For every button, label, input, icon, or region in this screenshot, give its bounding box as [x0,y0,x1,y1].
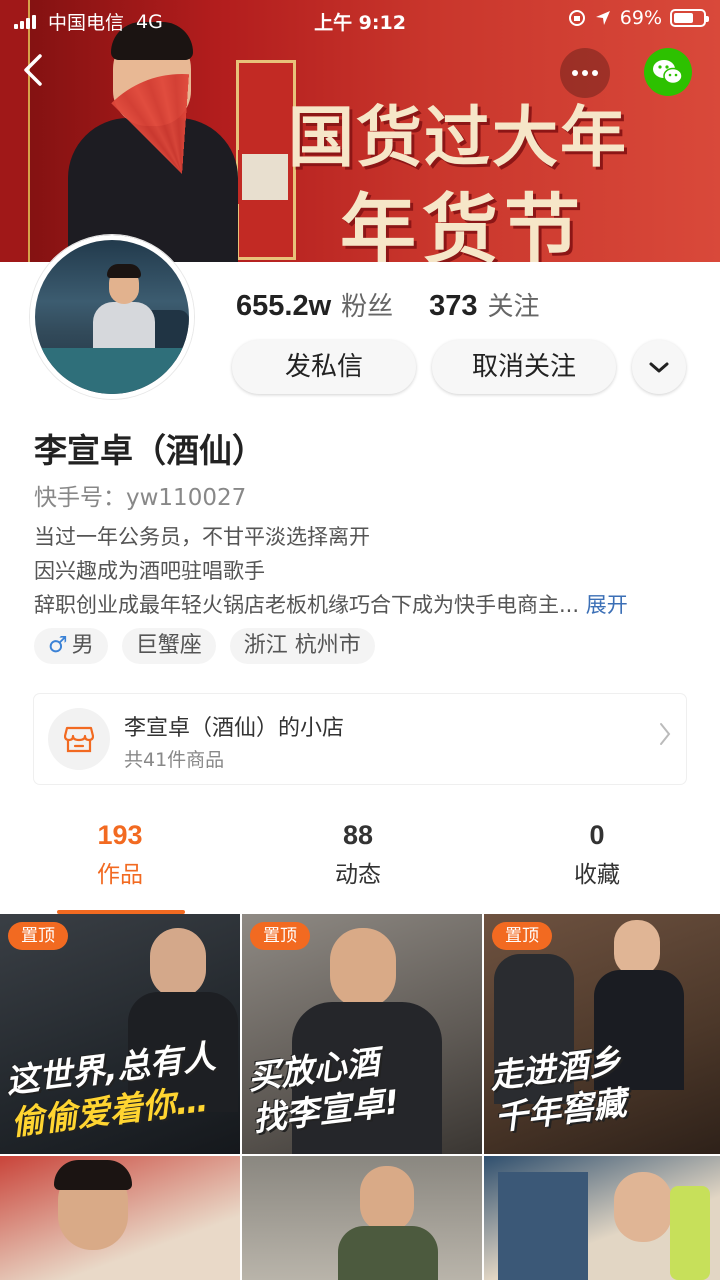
shop-icon [48,708,110,770]
following-count[interactable]: 373 [429,290,477,323]
bio-line: 辞职创业成最年轻火锅店老板机缘巧合下成为快手电商主... [34,593,580,617]
shop-entry-card[interactable]: 李宣卓（酒仙）的小店 共41件商品 [34,694,686,784]
tab-count: 0 [589,820,605,850]
tab-works[interactable]: 193 作品 [0,820,240,889]
profile-stats: 655.2w 粉丝 373 关注 [236,286,576,323]
back-button[interactable] [22,52,62,96]
chevron-left-icon [24,54,42,86]
location-tag: 浙江 杭州市 [229,628,375,664]
profile-name: 李宣卓（酒仙） [34,431,265,470]
profile-bio[interactable]: 当过一年公务员，不甘平淡选择离开 因兴趣成为酒吧驻唱歌手 辞职创业成最年轻火锅店… [34,520,694,622]
wechat-icon [653,60,683,85]
video-thumbnail[interactable] [0,1156,240,1280]
chevron-right-icon [658,720,672,755]
banner-pillar-decoration [0,0,30,262]
tab-count: 88 [342,820,374,850]
tab-favorites[interactable]: 0 收藏 [477,820,717,889]
gender-label: 男 [71,633,94,658]
banner-title-line2: 年货节 [340,185,586,262]
chevron-down-icon [649,362,669,373]
pinned-badge: 置顶 [250,922,310,950]
following-label[interactable]: 关注 [488,286,540,323]
gender-tag: ♂ 男 [34,628,108,664]
send-message-button[interactable]: 发私信 [232,340,416,394]
shop-title: 李宣卓（酒仙）的小店 [124,716,345,741]
battery-percent: 69% [619,7,662,29]
bio-line: 当过一年公务员，不甘平淡选择离开 [34,525,370,549]
video-caption: 走进酒乡 千年窖藏 [487,1041,629,1138]
pinned-badge: 置顶 [8,922,68,950]
video-thumbnail[interactable]: 置顶 买放心酒 找李宣卓! [242,914,482,1154]
male-icon: ♂ [48,633,68,658]
kuaishou-id[interactable]: 快手号：yw110027 [34,478,246,512]
pinned-badge: 置顶 [492,922,552,950]
orientation-lock-icon [568,10,585,26]
video-grid: 置顶 这世界,总有人 偷偷爱着你… 置顶 买放心酒 找李宣卓! 置顶 走进酒乡 … [0,914,720,1280]
followers-count[interactable]: 655.2w [236,290,331,323]
more-options-button[interactable] [560,48,610,98]
wechat-share-button[interactable] [644,48,692,96]
battery-icon [670,9,709,27]
video-thumbnail[interactable]: 置顶 走进酒乡 千年窖藏 [484,914,720,1154]
tab-moments[interactable]: 88 动态 [238,820,478,889]
more-dots-icon [572,70,598,76]
status-bar: 中国电信 4G 上午 9:12 69% [0,0,720,38]
profile-cover-banner: 国货过大年 年货节 [0,0,720,262]
expand-recommendations-button[interactable] [632,340,686,394]
location-icon [595,11,610,25]
tab-label: 作品 [97,862,143,888]
bio-expand-link[interactable]: 展开 [586,593,628,617]
shop-item-count: 共41件商品 [124,749,225,771]
bio-line: 因兴趣成为酒吧驻唱歌手 [34,559,265,583]
followers-label[interactable]: 粉丝 [341,286,393,323]
tab-label: 动态 [335,862,381,888]
zodiac-tag: 巨蟹座 [121,628,216,664]
unfollow-button[interactable]: 取消关注 [432,340,616,394]
tab-label: 收藏 [574,862,620,888]
video-thumbnail[interactable] [484,1156,720,1280]
banner-title-line1: 国货过大年 [288,99,628,176]
video-caption: 买放心酒 找李宣卓! [245,1042,402,1139]
avatar[interactable] [30,235,194,399]
video-thumbnail[interactable] [242,1156,482,1280]
profile-tags: ♂ 男 巨蟹座 浙江 杭州市 [34,628,375,664]
content-tabs: 193 作品 88 动态 0 收藏 [0,820,720,914]
video-thumbnail[interactable]: 置顶 这世界,总有人 偷偷爱着你… [0,914,240,1154]
tab-count: 193 [97,820,143,850]
video-caption: 这世界,总有人 偷偷爱着你… [3,1036,218,1143]
